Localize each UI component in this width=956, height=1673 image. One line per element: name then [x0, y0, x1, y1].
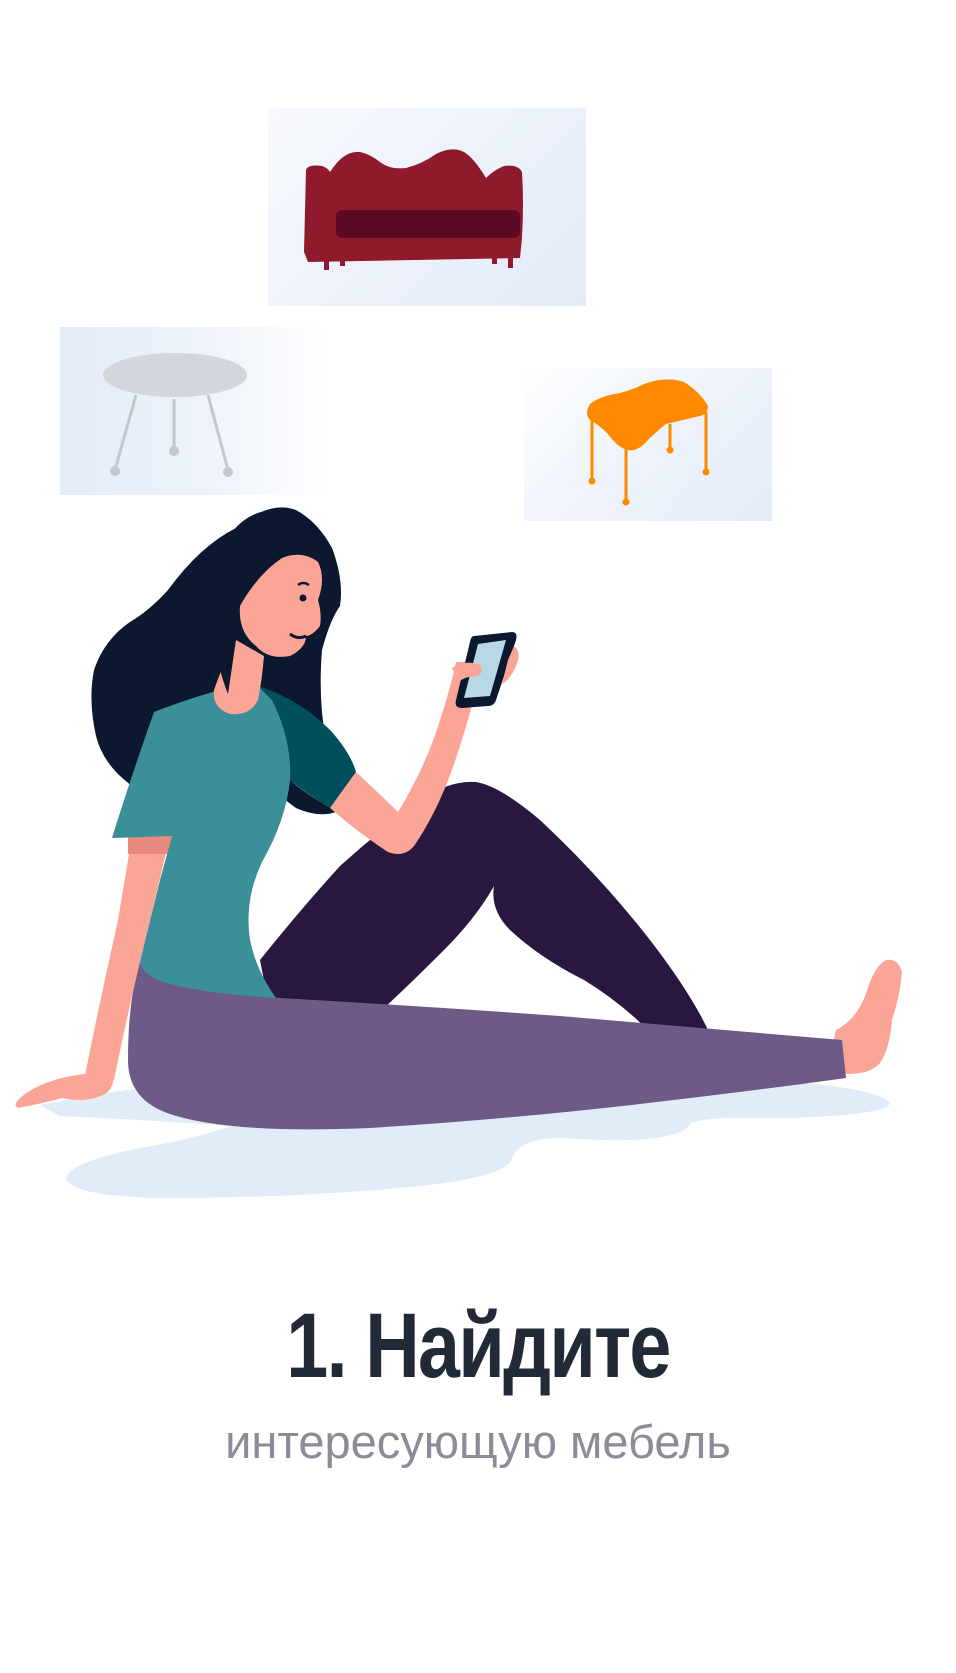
sofa-card [268, 108, 586, 306]
step-title: 1. Найдите [286, 1295, 671, 1397]
round-table-card [60, 327, 330, 495]
woman-with-phone-illustration [15, 507, 902, 1198]
onboarding-illustration [0, 0, 956, 1200]
bent-leg [260, 781, 708, 1032]
step-caption: 1. Найдите интересующую мебель [0, 1300, 956, 1465]
step-subtitle: интересующую мебель [225, 1415, 731, 1468]
sofa-icon [304, 149, 523, 270]
round-table-icon [103, 353, 247, 477]
